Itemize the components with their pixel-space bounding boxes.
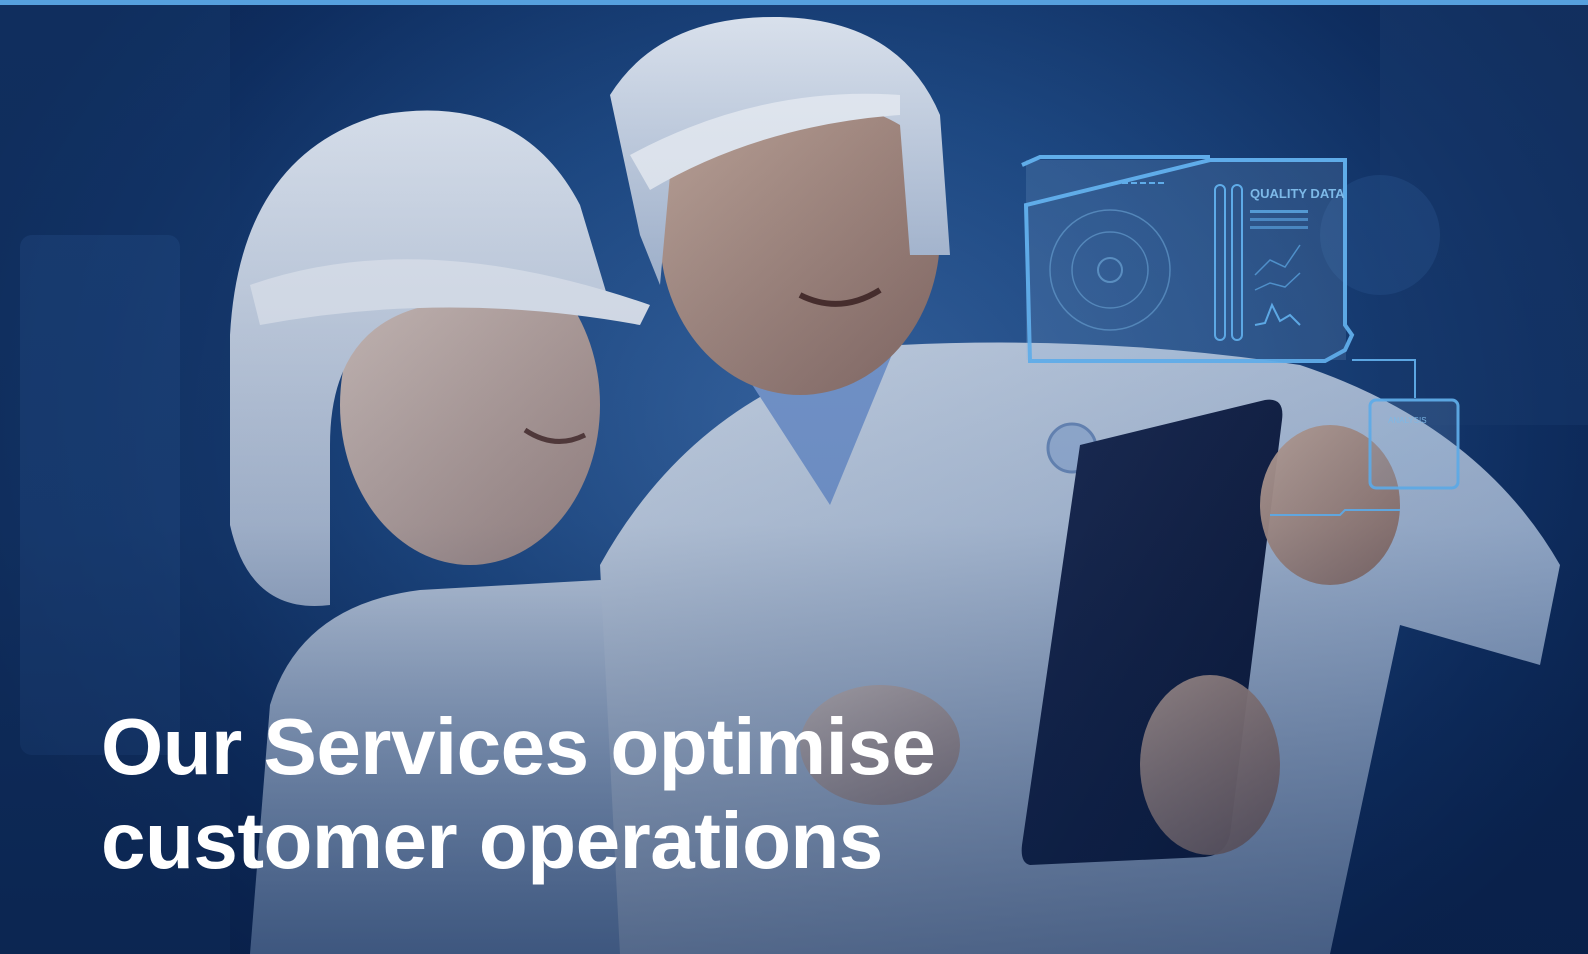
hud-small-label: ANALYSIS [1388, 416, 1427, 425]
hero-headline-line-2: customer operations [101, 796, 883, 885]
hud-panel-title: QUALITY DATA [1250, 186, 1345, 201]
hero-headline: Our Services optimise customer operation… [101, 700, 1101, 888]
hero-banner: QUALITY DATA ANALYSIS Our Services optim… [0, 0, 1588, 954]
hero-headline-line-1: Our Services optimise [101, 702, 936, 791]
